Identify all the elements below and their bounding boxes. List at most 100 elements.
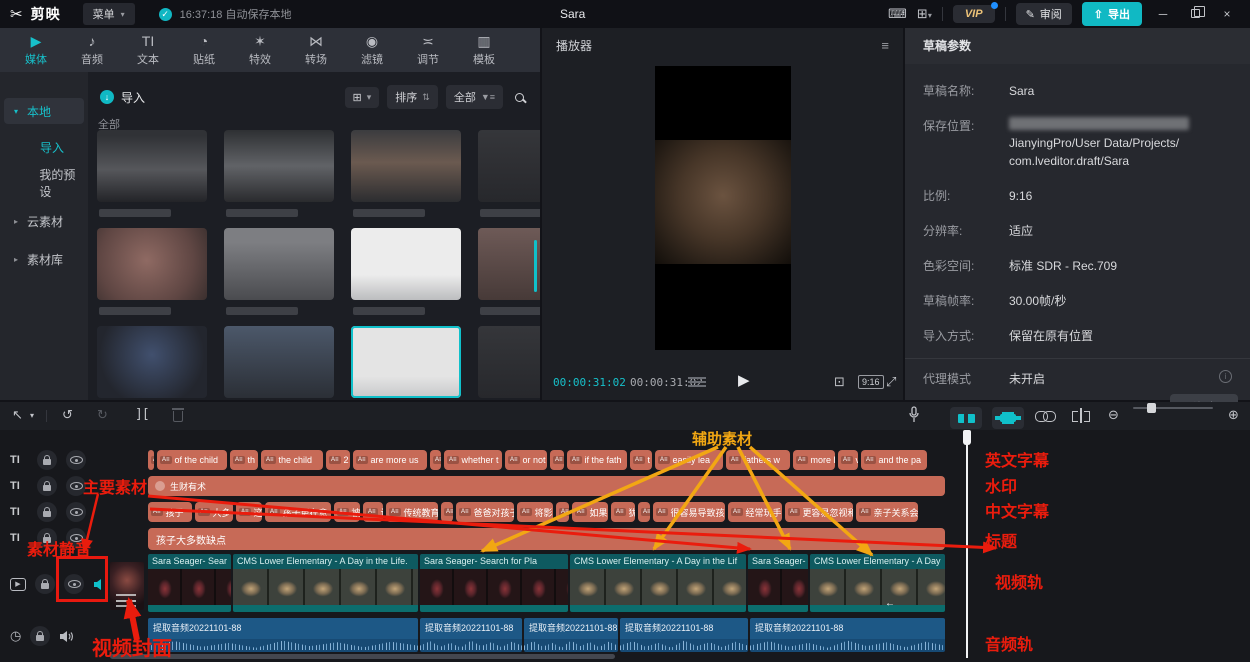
media-thumbnail[interactable] xyxy=(224,326,334,398)
menu-button[interactable]: 菜单▾ xyxy=(83,3,135,25)
subtitle-clip-en[interactable]: t xyxy=(630,450,652,470)
video-clip[interactable]: Sara Seager- xyxy=(748,554,808,612)
subtitle-clip-en[interactable]: easily lea xyxy=(655,450,723,470)
visibility-toggle[interactable] xyxy=(64,574,84,594)
subtitle-clip-en[interactable] xyxy=(550,450,564,470)
sidebar-item[interactable]: ▸素材库 xyxy=(4,246,84,272)
audio-clip[interactable]: 提取音频20221101-88 xyxy=(750,618,945,652)
asset-tab[interactable]: ▶媒体 xyxy=(8,28,64,72)
auto-snap-toggle[interactable] xyxy=(992,407,1024,429)
subtitle-clip-cn[interactable]: 孩子更在意 xyxy=(265,502,331,522)
media-thumbnail[interactable] xyxy=(97,130,207,202)
media-thumbnail[interactable] xyxy=(351,228,461,300)
subtitle-clip-cn[interactable]: 经常玩手 xyxy=(728,502,782,522)
asset-tab[interactable]: ≍调节 xyxy=(400,28,456,72)
asset-tab[interactable]: ⋈转场 xyxy=(288,28,344,72)
asset-tab[interactable]: ◉滤镜 xyxy=(344,28,400,72)
video-clip[interactable]: Sara Seager- Search for Pla xyxy=(420,554,568,612)
subtitle-clip-en[interactable]: if the fath xyxy=(567,450,627,470)
visibility-toggle[interactable] xyxy=(66,528,86,548)
visibility-toggle[interactable] xyxy=(66,450,86,470)
playhead[interactable] xyxy=(966,430,968,658)
lock-toggle[interactable] xyxy=(37,450,57,470)
asset-tab[interactable]: ▥模板 xyxy=(456,28,512,72)
audio-clip[interactable]: 提取音频20221101-88 xyxy=(420,618,522,652)
record-voiceover-icon[interactable] xyxy=(908,406,920,424)
media-thumbnail[interactable] xyxy=(224,228,334,300)
export-button[interactable]: ⇧导出 xyxy=(1082,2,1142,26)
subtitle-clip-cn[interactable]: 认 xyxy=(363,502,383,522)
subtitle-clip-cn[interactable]: 犹 xyxy=(611,502,635,522)
lock-toggle[interactable] xyxy=(35,574,55,594)
audio-clip[interactable]: 提取音频20221101-88 xyxy=(524,618,618,652)
subtitle-clip-cn[interactable]: 孩子 xyxy=(148,502,192,522)
video-clip[interactable]: CMS Lower Elementary - A Day xyxy=(810,554,945,612)
snapshot-icon[interactable]: ⊡ xyxy=(834,374,845,390)
video-clip[interactable]: CMS Lower Elementary - A Day in the Life… xyxy=(233,554,418,612)
filter-button[interactable]: 全部▼≡ xyxy=(446,85,503,109)
sort-button[interactable]: 排序⇅ xyxy=(387,85,438,109)
media-thumbnail[interactable] xyxy=(224,130,334,202)
chevron-down-icon[interactable]: ▾ xyxy=(30,411,34,420)
preview-axis-icon[interactable] xyxy=(1072,410,1090,422)
import-button[interactable]: ↓导入 xyxy=(100,89,145,106)
minimize-button[interactable]: ─ xyxy=(1152,7,1174,21)
frame-list-icon[interactable] xyxy=(688,377,706,389)
subtitle-clip-en[interactable]: of the child xyxy=(157,450,227,470)
title-clip[interactable]: 孩子大多数缺点 xyxy=(148,528,945,550)
mute-speaker-icon[interactable] xyxy=(93,578,106,591)
subtitle-clip-cn[interactable]: 传统教育 xyxy=(386,502,438,522)
audio-clip[interactable]: 提取音频20221101-88 xyxy=(620,618,748,652)
audio-clip[interactable]: 提取音频20221101-88 xyxy=(148,618,418,652)
subtitle-clip-cn[interactable] xyxy=(556,502,569,522)
subtitle-clip-en[interactable]: v xyxy=(838,450,858,470)
asset-tab[interactable]: ♪音频 xyxy=(64,28,120,72)
media-thumbnail[interactable] xyxy=(97,228,207,300)
zoom-out-icon[interactable]: ⊖ xyxy=(1108,407,1119,423)
visibility-toggle[interactable] xyxy=(66,476,86,496)
search-icon[interactable] xyxy=(515,93,524,102)
ratio-badge[interactable]: 9:16 xyxy=(858,375,884,389)
subtitle-clip-en[interactable] xyxy=(148,450,154,470)
shortcut-keyboard-icon[interactable]: ⌨ xyxy=(888,6,907,22)
lock-toggle[interactable] xyxy=(37,476,57,496)
vip-button[interactable]: VIP xyxy=(953,5,995,23)
info-icon[interactable]: i xyxy=(1219,370,1232,383)
subtitle-clip-cn[interactable]: 大多 xyxy=(195,502,233,522)
subtitle-clip-cn[interactable]: 将影 xyxy=(517,502,553,522)
redo-icon[interactable]: ↻ xyxy=(97,407,108,423)
sidebar-item[interactable]: 我的预设 xyxy=(4,170,84,196)
player-menu-icon[interactable]: ≡ xyxy=(881,38,889,53)
link-clips-icon[interactable] xyxy=(1035,411,1055,421)
speaker-icon[interactable] xyxy=(59,630,74,643)
workspace-layout-icon[interactable]: ⊞▾ xyxy=(917,6,932,22)
subtitle-clip-cn[interactable]: 这 xyxy=(236,502,262,522)
main-track-magnet-toggle[interactable] xyxy=(950,407,982,429)
subtitle-clip-en[interactable]: whether t xyxy=(444,450,502,470)
video-preview[interactable] xyxy=(655,66,791,350)
subtitle-clip-cn[interactable] xyxy=(638,502,650,522)
subtitle-clip-en[interactable]: more l xyxy=(793,450,835,470)
video-clip[interactable]: Sara Seager- Sear xyxy=(148,554,231,612)
subtitle-clip-cn[interactable]: 如果 xyxy=(572,502,608,522)
close-button[interactable]: × xyxy=(1216,7,1238,21)
lock-toggle[interactable] xyxy=(30,626,50,646)
media-thumbnail[interactable] xyxy=(478,326,540,398)
split-icon[interactable]: ][ xyxy=(135,407,149,422)
visibility-toggle[interactable] xyxy=(66,502,86,522)
subtitle-clip-cn[interactable]: 亲子关系会 xyxy=(856,502,918,522)
asset-tab[interactable]: TI文本 xyxy=(120,28,176,72)
play-button[interactable]: ▶ xyxy=(738,371,750,389)
view-mode-button[interactable]: ⊞▾ xyxy=(345,87,380,108)
subtitle-clip-cn[interactable]: 被 xyxy=(334,502,360,522)
media-thumbnail[interactable] xyxy=(351,326,461,398)
media-thumbnail[interactable] xyxy=(478,228,540,300)
subtitle-clip-cn[interactable]: 爸爸对孩子 xyxy=(456,502,514,522)
fullscreen-icon[interactable]: ⤢ xyxy=(886,374,896,390)
subtitle-clip-cn[interactable]: 更容易忽视和 xyxy=(785,502,853,522)
select-cursor-icon[interactable]: ↖ xyxy=(12,407,23,423)
subtitle-clip-en[interactable]: fathers w xyxy=(726,450,790,470)
subtitle-clip-en[interactable]: th xyxy=(230,450,258,470)
subtitle-clip-en[interactable]: or not xyxy=(505,450,547,470)
undo-icon[interactable]: ↺ xyxy=(62,407,73,423)
